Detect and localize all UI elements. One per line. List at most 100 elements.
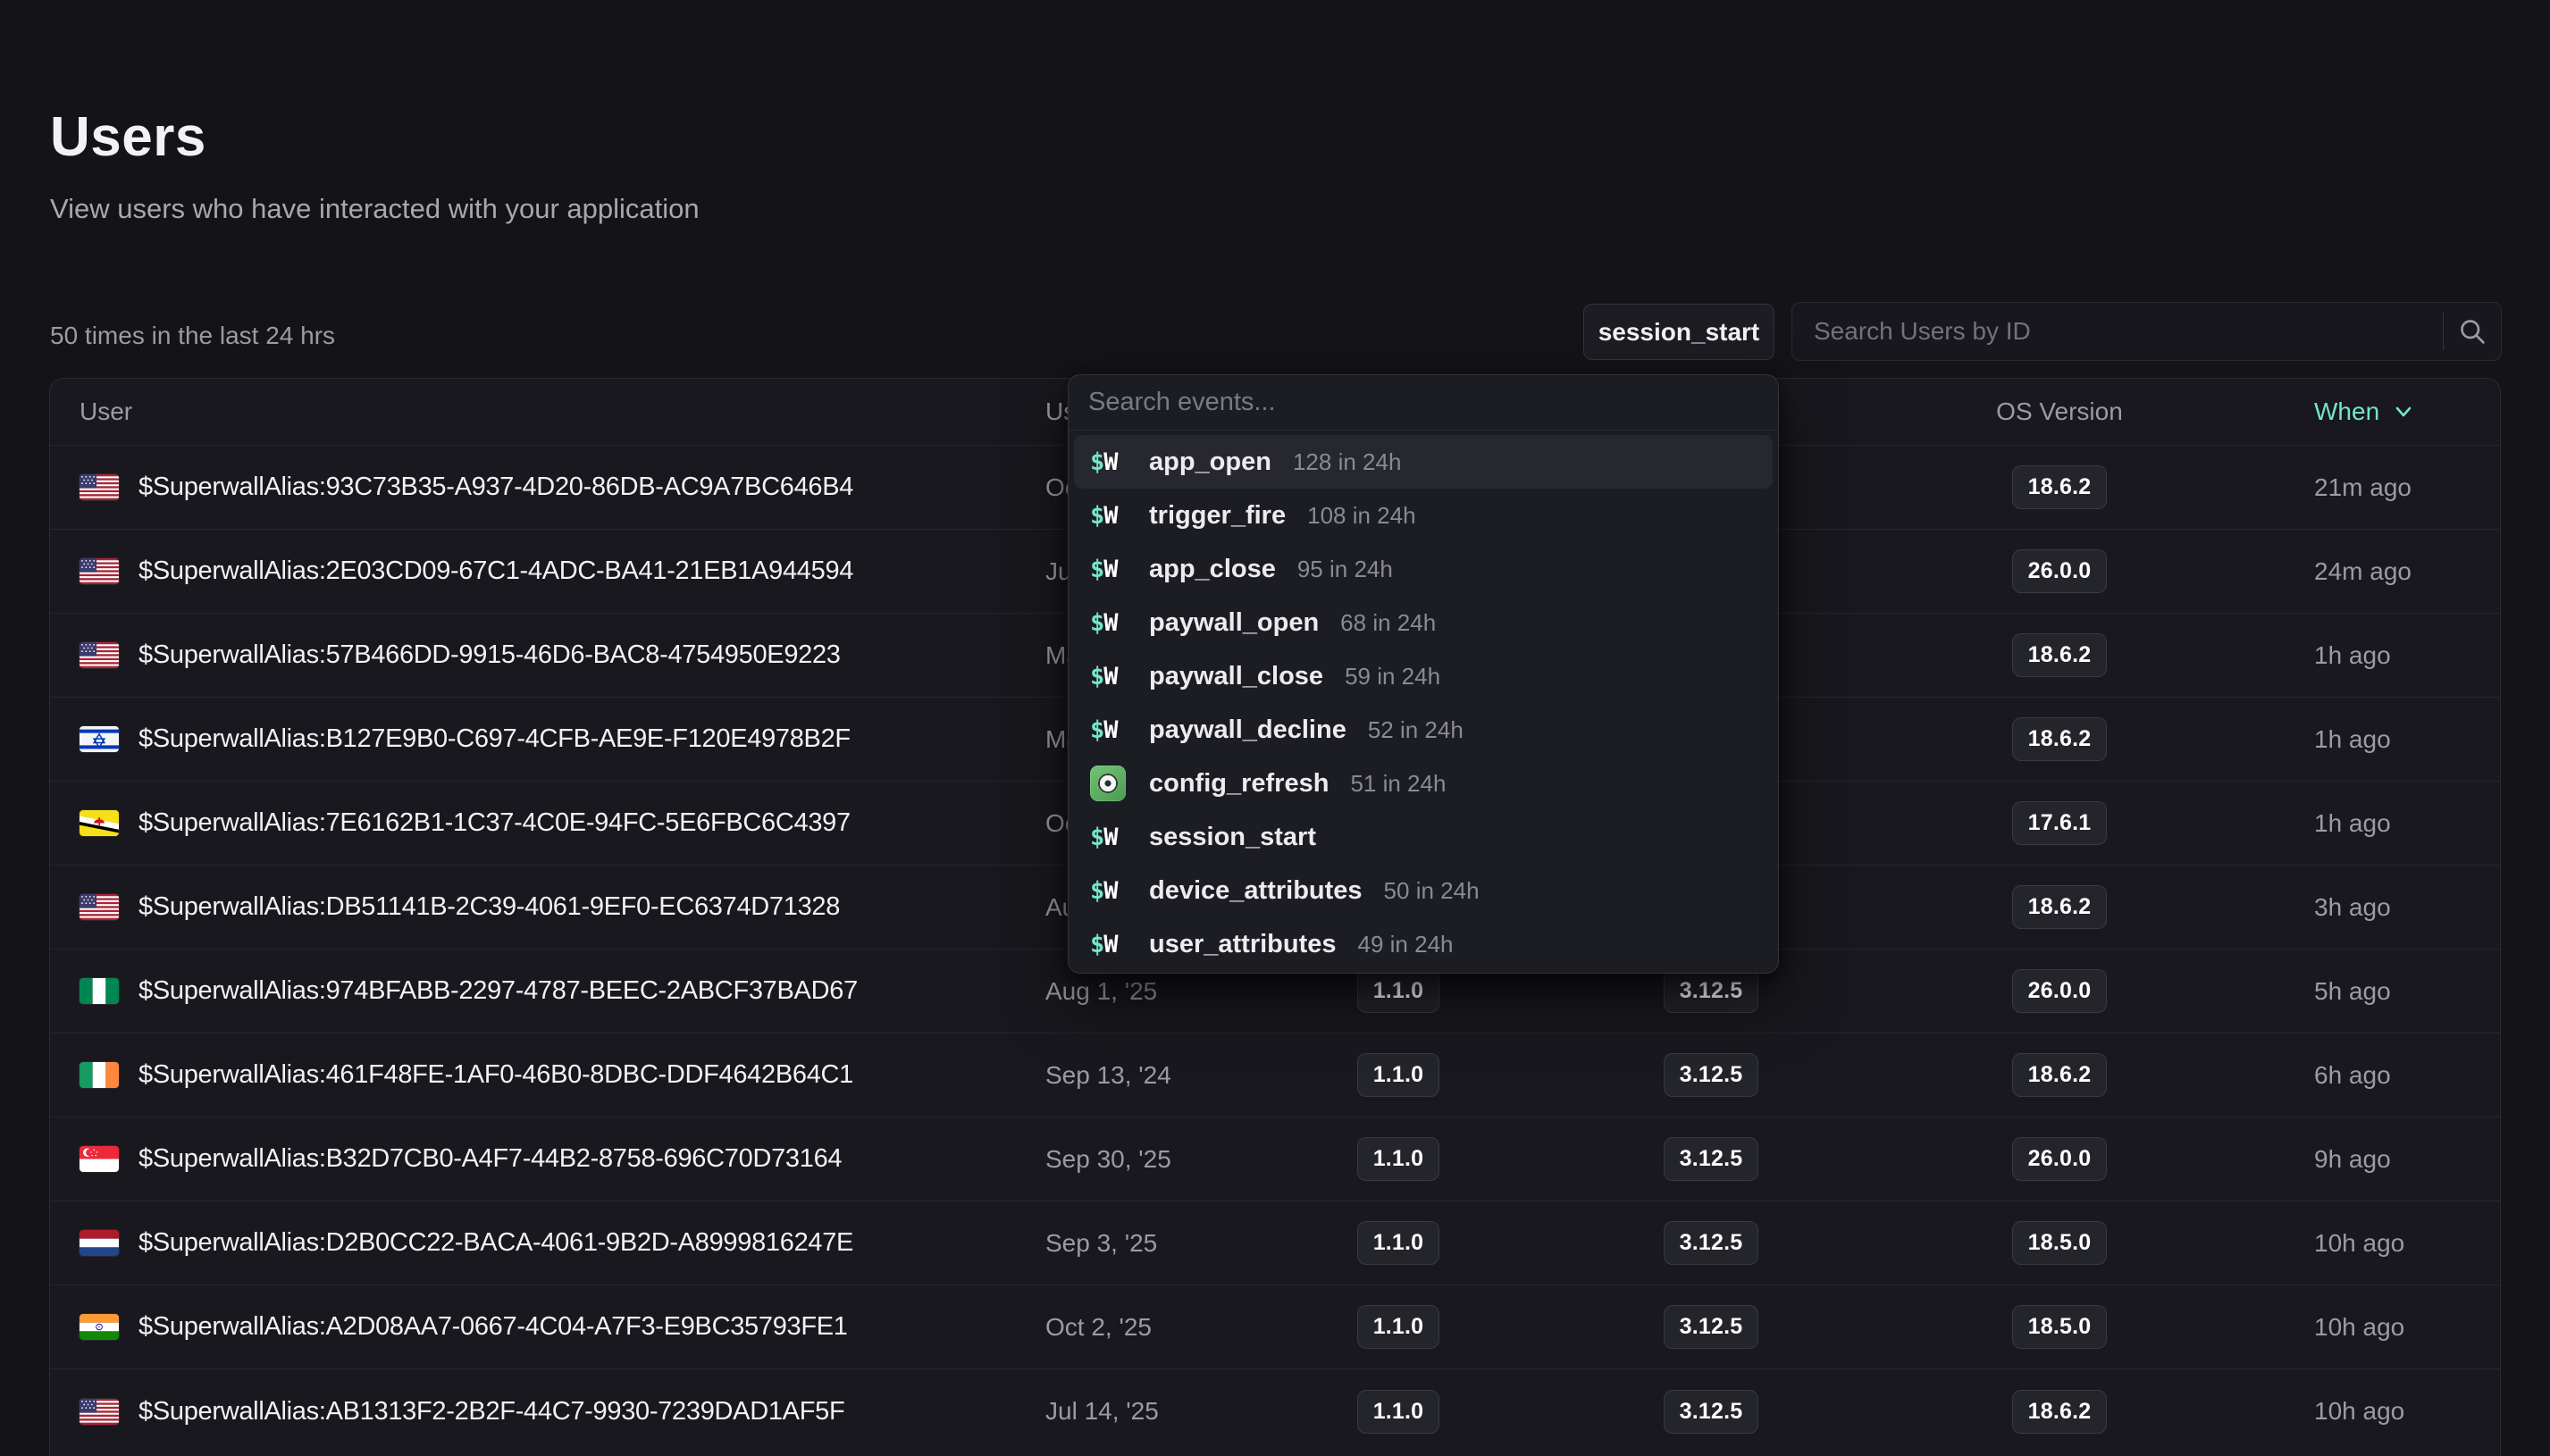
event-option-device_attributes[interactable]: $Wdevice_attributes50 in 24h bbox=[1074, 864, 1773, 917]
sdk-version-cell: 3.12.5 bbox=[1664, 1221, 1759, 1265]
event-name: trigger_fire bbox=[1149, 501, 1286, 531]
os-version-cell: 26.0.0 bbox=[2012, 549, 2108, 593]
when-cell: 9h ago bbox=[2211, 1145, 2470, 1174]
table-row[interactable]: $SuperwallAlias:461F48FE-1AF0-46B0-8DBC-… bbox=[50, 1033, 2500, 1117]
when-cell: 10h ago bbox=[2211, 1397, 2470, 1426]
superwall-sw-icon: $W bbox=[1090, 556, 1129, 583]
user-id: $SuperwallAlias:DB51141B-2C39-4061-9EF0-… bbox=[138, 892, 840, 922]
superwall-sw-icon: $W bbox=[1090, 609, 1129, 637]
user-since-cell: Sep 3, '25 bbox=[996, 1229, 1282, 1258]
when-value: 10h ago bbox=[2314, 1397, 2404, 1426]
when-value: 10h ago bbox=[2314, 1313, 2404, 1342]
event-name: session_start bbox=[1149, 823, 1316, 852]
sdk-version-badge: 3.12.5 bbox=[1664, 1305, 1759, 1349]
table-row[interactable]: $SuperwallAlias:AB1313F2-2B2F-44C7-9930-… bbox=[50, 1369, 2500, 1453]
table-row[interactable]: $SuperwallAlias:B32D7CB0-A4F7-44B2-8758-… bbox=[50, 1117, 2500, 1201]
page-title: Users bbox=[50, 105, 206, 169]
user-cell: $SuperwallAlias:B32D7CB0-A4F7-44B2-8758-… bbox=[80, 1144, 996, 1174]
os-version-cell: 18.6.2 bbox=[2012, 1390, 2108, 1434]
event-count: 49 in 24h bbox=[1358, 931, 1454, 958]
when-value: 1h ago bbox=[2314, 809, 2391, 838]
when-cell: 1h ago bbox=[2211, 725, 2470, 754]
search-icon bbox=[2456, 315, 2488, 347]
when-cell: 24m ago bbox=[2211, 557, 2470, 586]
event-option-paywall_open[interactable]: $Wpaywall_open68 in 24h bbox=[1074, 596, 1773, 649]
user-id: $SuperwallAlias:461F48FE-1AF0-46B0-8DBC-… bbox=[138, 1060, 853, 1090]
when-cell: 1h ago bbox=[2211, 641, 2470, 670]
app-version-badge: 1.1.0 bbox=[1357, 1053, 1440, 1097]
country-flag-ie-icon bbox=[80, 1062, 119, 1088]
app-version-cell: 1.1.0 bbox=[1357, 969, 1440, 1013]
sdk-version-badge: 3.12.5 bbox=[1664, 1390, 1759, 1434]
superwall-sw-icon: $W bbox=[1090, 502, 1129, 530]
event-count: 59 in 24h bbox=[1345, 663, 1440, 690]
app-version-badge: 1.1.0 bbox=[1357, 1137, 1440, 1181]
when-value: 1h ago bbox=[2314, 641, 2391, 670]
user-id: $SuperwallAlias:57B466DD-9915-46D6-BAC8-… bbox=[138, 640, 841, 670]
app-version-badge: 1.1.0 bbox=[1357, 1390, 1440, 1434]
column-header-user: User bbox=[80, 397, 996, 426]
country-flag-bn-icon bbox=[80, 810, 119, 836]
search-button[interactable] bbox=[2444, 315, 2501, 347]
superwall-sw-icon: $W bbox=[1090, 877, 1129, 905]
user-since-cell: Jul 14, '25 bbox=[996, 1397, 1282, 1426]
event-option-user_attributes[interactable]: $Wuser_attributes49 in 24h bbox=[1074, 917, 1773, 971]
event-filter-button[interactable]: session_start bbox=[1583, 304, 1774, 360]
os-version-badge: 18.6.2 bbox=[2012, 717, 2108, 761]
when-cell: 10h ago bbox=[2211, 1313, 2470, 1342]
sdk-version-badge: 3.12.5 bbox=[1664, 1221, 1759, 1265]
superwall-sw-icon: $W bbox=[1090, 716, 1129, 744]
events-dropdown: $Wapp_open128 in 24h$Wtrigger_fire108 in… bbox=[1068, 374, 1779, 974]
event-option-paywall_decline[interactable]: $Wpaywall_decline52 in 24h bbox=[1074, 703, 1773, 757]
event-option-app_close[interactable]: $W app_close 95 in 24h bbox=[1074, 542, 1773, 596]
when-label: When bbox=[2314, 397, 2379, 426]
when-cell: 10h ago bbox=[2211, 1229, 2470, 1258]
when-value: 21m ago bbox=[2314, 473, 2412, 502]
os-version-badge: 18.5.0 bbox=[2012, 1305, 2108, 1349]
user-cell: $SuperwallAlias:7E6162B1-1C37-4C0E-94FC-… bbox=[80, 808, 996, 838]
when-cell: 1h ago bbox=[2211, 809, 2470, 838]
table-row[interactable]: $SuperwallAlias:A2D08AA7-0667-4C04-A7F3-… bbox=[50, 1285, 2500, 1369]
user-id: $SuperwallAlias:B32D7CB0-A4F7-44B2-8758-… bbox=[138, 1144, 842, 1174]
user-since-cell: Oct 2, '25 bbox=[996, 1313, 1282, 1342]
user-search-box bbox=[1791, 302, 2502, 361]
sdk-version-badge: 3.12.5 bbox=[1664, 969, 1759, 1013]
user-since-cell: Aug 1, '25 bbox=[996, 977, 1282, 1006]
app-version-badge: 1.1.0 bbox=[1357, 1305, 1440, 1349]
os-version-badge: 18.6.2 bbox=[2012, 465, 2108, 509]
os-version-cell: 18.6.2 bbox=[2012, 885, 2108, 929]
sdk-version-cell: 3.12.5 bbox=[1664, 1390, 1759, 1434]
when-value: 1h ago bbox=[2314, 725, 2391, 754]
user-cell: $SuperwallAlias:57B466DD-9915-46D6-BAC8-… bbox=[80, 640, 996, 670]
event-option-config_refresh[interactable]: config_refresh51 in 24h bbox=[1074, 757, 1773, 810]
event-name: app_close bbox=[1149, 555, 1276, 584]
column-header-when-sort[interactable]: When bbox=[2211, 397, 2470, 426]
app-version-cell: 1.1.0 bbox=[1357, 1221, 1440, 1265]
user-cell: $SuperwallAlias:D2B0CC22-BACA-4061-9B2D-… bbox=[80, 1228, 996, 1258]
when-value: 24m ago bbox=[2314, 557, 2412, 586]
when-cell: 3h ago bbox=[2211, 893, 2470, 922]
user-cell: $SuperwallAlias:AB1313F2-2B2F-44C7-9930-… bbox=[80, 1397, 996, 1427]
os-version-cell: 18.6.2 bbox=[2012, 465, 2108, 509]
event-count: 95 in 24h bbox=[1297, 556, 1393, 583]
search-events-input[interactable] bbox=[1069, 375, 1778, 430]
app-version-badge: 1.1.0 bbox=[1357, 969, 1440, 1013]
events-search-box bbox=[1069, 375, 1778, 431]
when-value: 9h ago bbox=[2314, 1145, 2391, 1174]
search-users-input[interactable] bbox=[1792, 303, 2443, 360]
event-option-app_open[interactable]: $Wapp_open128 in 24h bbox=[1074, 435, 1773, 489]
event-count: 128 in 24h bbox=[1293, 448, 1401, 476]
event-option-trigger_fire[interactable]: $Wtrigger_fire108 in 24h bbox=[1074, 489, 1773, 542]
event-option-session_start[interactable]: $Wsession_start bbox=[1074, 810, 1773, 864]
event-name: device_attributes bbox=[1149, 876, 1363, 906]
table-row[interactable]: $SuperwallAlias:D2B0CC22-BACA-4061-9B2D-… bbox=[50, 1201, 2500, 1285]
when-value: 3h ago bbox=[2314, 893, 2391, 922]
sdk-version-badge: 3.12.5 bbox=[1664, 1053, 1759, 1097]
country-flag-in-icon bbox=[80, 1314, 119, 1340]
sdk-version-cell: 3.12.5 bbox=[1664, 969, 1759, 1013]
event-option-paywall_close[interactable]: $Wpaywall_close59 in 24h bbox=[1074, 649, 1773, 703]
user-id: $SuperwallAlias:D2B0CC22-BACA-4061-9B2D-… bbox=[138, 1228, 853, 1258]
when-value: 6h ago bbox=[2314, 1061, 2391, 1090]
when-cell: 6h ago bbox=[2211, 1061, 2470, 1090]
os-version-cell: 18.6.2 bbox=[2012, 1053, 2108, 1097]
